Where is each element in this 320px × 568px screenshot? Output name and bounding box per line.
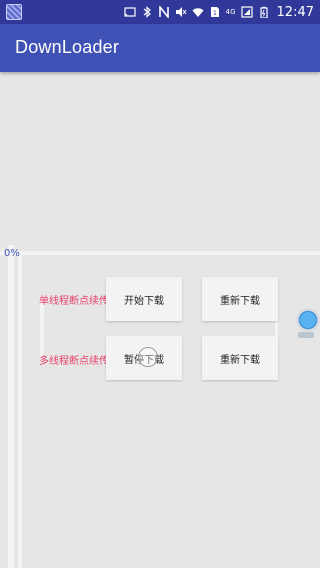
- touch-indicator: [138, 347, 158, 367]
- app-title: DownLoader: [15, 37, 120, 57]
- status-time: 12:47: [276, 4, 314, 20]
- notification-icon: [6, 4, 22, 20]
- status-bar: 1 4G 12:47: [0, 0, 320, 24]
- svg-text:1: 1: [213, 10, 217, 17]
- sim-icon: 1: [209, 6, 221, 18]
- floating-ball-tag: [298, 332, 314, 338]
- wifi-icon: [192, 6, 204, 18]
- multi-thread-label: 多线程断点续传: [39, 356, 109, 367]
- restart-download-button[interactable]: 重新下载: [202, 277, 278, 321]
- layout-guide: [8, 245, 14, 568]
- layout-guide: [18, 255, 22, 568]
- single-thread-label: 单线程断点续传: [39, 296, 109, 307]
- nfc-icon: [158, 6, 170, 18]
- network-type-label: 4G: [225, 8, 236, 16]
- restart-download-button-2[interactable]: 重新下载: [202, 336, 278, 380]
- signal-icon: [240, 6, 253, 18]
- status-icons: 1 4G 12:47: [124, 0, 320, 24]
- floating-ball-icon[interactable]: [298, 310, 318, 330]
- cast-icon: [124, 6, 136, 18]
- progress-bar: [0, 251, 320, 255]
- battery-icon: [258, 6, 270, 18]
- progress-text: 0%: [4, 248, 20, 259]
- bluetooth-icon: [141, 6, 153, 18]
- start-download-button[interactable]: 开始下载: [106, 277, 182, 321]
- app-bar: DownLoader: [0, 24, 320, 72]
- mute-icon: [175, 6, 187, 18]
